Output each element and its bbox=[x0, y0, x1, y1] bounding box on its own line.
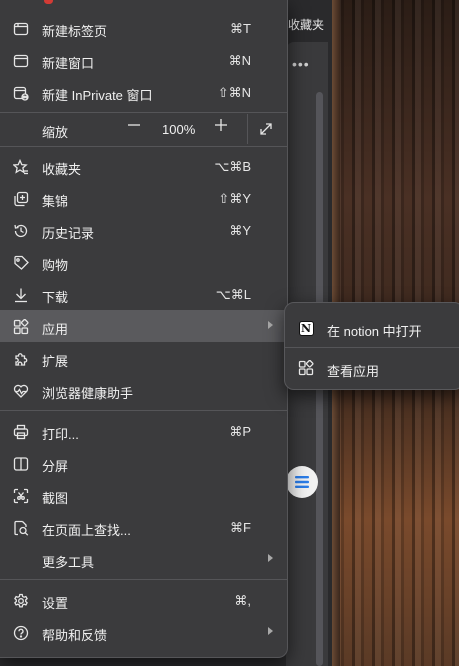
menu-item-settings[interactable]: 设置 ⌘, bbox=[0, 584, 287, 616]
minus-icon bbox=[128, 124, 140, 126]
browser-settings-menu: 新建标签页 ⌘T 新建窗口 ⌘N 新建 InPrivate 窗口 ⇧⌘N 缩放 … bbox=[0, 0, 288, 658]
zoom-divider bbox=[247, 114, 248, 144]
favorites-star-icon bbox=[12, 158, 30, 176]
favorites-bar-label[interactable]: 收藏夹 bbox=[288, 16, 324, 33]
screenshot-icon bbox=[12, 487, 30, 505]
apps-icon bbox=[12, 318, 30, 336]
menu-item-apps[interactable]: 应用 bbox=[0, 310, 287, 342]
menu-item-new-tab[interactable]: 新建标签页 ⌘T bbox=[0, 12, 287, 44]
divider bbox=[285, 347, 459, 348]
split-screen-icon bbox=[12, 455, 30, 473]
more-options-icon[interactable]: ••• bbox=[292, 56, 310, 72]
download-icon bbox=[12, 286, 30, 304]
chevron-right-icon bbox=[268, 627, 273, 635]
shopping-tag-icon bbox=[12, 254, 30, 272]
menu-item-new-inprivate-window[interactable]: 新建 InPrivate 窗口 ⇧⌘N bbox=[0, 76, 287, 108]
settings-gear-icon bbox=[12, 592, 30, 610]
plus-icon bbox=[215, 119, 227, 131]
fullscreen-button[interactable] bbox=[255, 118, 277, 140]
menu-item-new-window[interactable]: 新建窗口 ⌘N bbox=[0, 44, 287, 76]
apps-submenu: N 在 notion 中打开 查看应用 bbox=[284, 302, 459, 390]
menu-item-shopping[interactable]: 购物 bbox=[0, 246, 287, 278]
chevron-right-icon bbox=[268, 321, 273, 329]
extensions-puzzle-icon bbox=[12, 350, 30, 368]
menu-item-browser-health[interactable]: 浏览器健康助手 bbox=[0, 374, 287, 406]
menu-item-split-screen[interactable]: 分屏 bbox=[0, 447, 287, 479]
menu-item-more-tools[interactable]: 更多工具 bbox=[0, 543, 287, 575]
find-on-page-icon bbox=[12, 519, 30, 537]
divider bbox=[0, 579, 287, 580]
help-icon bbox=[12, 624, 30, 642]
history-icon bbox=[12, 222, 30, 240]
divider bbox=[0, 410, 287, 411]
zoom-out-button[interactable] bbox=[122, 113, 146, 137]
menu-item-collections[interactable]: 集锦 ⇧⌘Y bbox=[0, 182, 287, 214]
menu-item-help-feedback[interactable]: 帮助和反馈 bbox=[0, 616, 287, 648]
divider bbox=[0, 146, 287, 147]
browser-health-icon bbox=[12, 382, 30, 400]
menu-item-favorites[interactable]: 收藏夹 ⌥⌘B bbox=[0, 150, 287, 182]
submenu-item-open-in-notion[interactable]: N 在 notion 中打开 bbox=[285, 311, 459, 345]
new-tab-icon bbox=[12, 20, 30, 38]
zoom-level: 100% bbox=[162, 122, 196, 137]
menu-item-extensions[interactable]: 扩展 bbox=[0, 342, 287, 374]
print-icon bbox=[12, 423, 30, 441]
chevron-right-icon bbox=[268, 554, 273, 562]
menu-item-history[interactable]: 历史记录 ⌘Y bbox=[0, 214, 287, 246]
menu-item-screenshot[interactable]: 截图 bbox=[0, 479, 287, 511]
apps-icon bbox=[297, 359, 315, 377]
floating-list-button[interactable] bbox=[286, 466, 318, 498]
zoom-in-button[interactable] bbox=[209, 113, 233, 137]
expand-icon bbox=[260, 123, 272, 135]
list-icon bbox=[295, 476, 309, 488]
submenu-item-view-apps[interactable]: 查看应用 bbox=[285, 351, 459, 385]
collections-icon bbox=[12, 190, 30, 208]
menu-item-print[interactable]: 打印... ⌘P bbox=[0, 415, 287, 447]
notion-app-icon: N bbox=[297, 319, 315, 337]
inprivate-window-icon bbox=[12, 84, 30, 102]
menu-item-downloads[interactable]: 下载 ⌥⌘L bbox=[0, 278, 287, 310]
menu-item-find-on-page[interactable]: 在页面上查找... ⌘F bbox=[0, 511, 287, 543]
new-window-icon bbox=[12, 52, 30, 70]
